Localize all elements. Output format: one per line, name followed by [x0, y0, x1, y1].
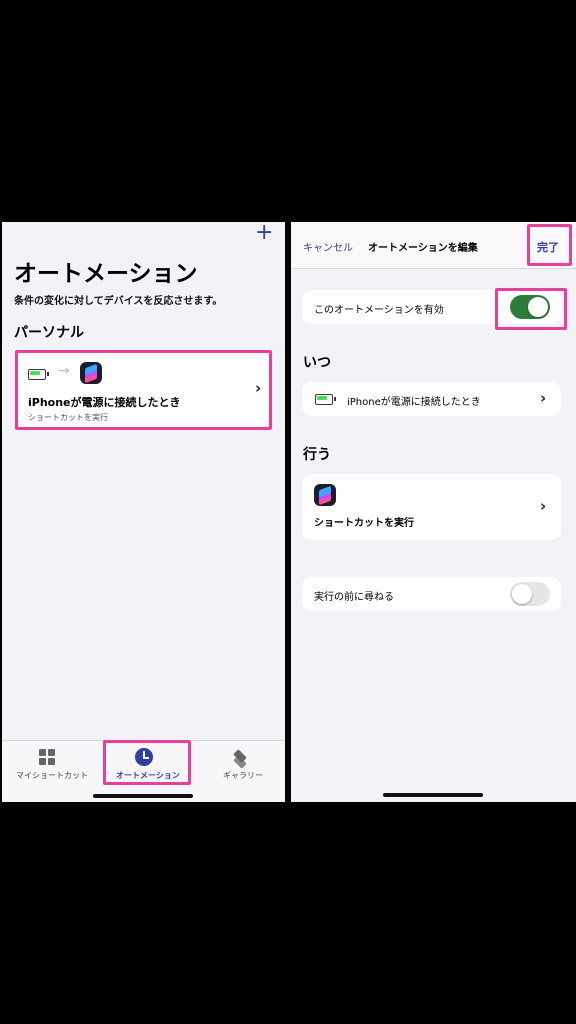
highlight-automation-tab — [103, 740, 191, 785]
shortcuts-app-icon — [314, 484, 336, 506]
highlight-done-button — [527, 224, 572, 266]
add-icon[interactable]: + — [255, 222, 273, 245]
highlight-enable-toggle — [495, 288, 567, 330]
nav-title: オートメーションを編集 — [368, 243, 478, 254]
grid-icon — [39, 749, 56, 766]
battery-charging-icon — [315, 394, 336, 405]
enable-label: このオートメーションを有効 — [314, 305, 444, 316]
when-label: iPhoneが電源に接続したとき — [347, 397, 481, 408]
edit-automation-screen: キャンセル オートメーションを編集 完了 このオートメーションを有効 いつ iP… — [291, 222, 576, 802]
home-indicator — [383, 793, 483, 797]
page-title: オートメーション — [14, 261, 198, 287]
tab-label: マイショートカット — [16, 771, 88, 780]
action-label: ショートカットを実行 — [314, 518, 414, 529]
ask-label: 実行の前に尋ねる — [314, 592, 394, 603]
page-subtitle: 条件の変化に対してデバイスを反応させます。 — [14, 296, 223, 307]
when-row[interactable]: iPhoneが電源に接続したとき › — [302, 382, 561, 416]
automation-screen: + オートメーション 条件の変化に対してデバイスを反応させます。 パーソナル →… — [2, 222, 285, 802]
home-indicator — [93, 794, 193, 798]
chevron-right-icon: › — [540, 497, 547, 515]
tab-my-shortcuts[interactable]: マイショートカット — [2, 741, 94, 791]
layers-icon — [231, 747, 249, 769]
highlight-automation-card — [15, 350, 272, 430]
tab-gallery[interactable]: ギャラリー — [195, 741, 285, 791]
ask-row: 実行の前に尋ねる — [302, 577, 561, 611]
chevron-right-icon: › — [540, 389, 547, 407]
section-personal: パーソナル — [14, 325, 84, 341]
tab-label: ギャラリー — [223, 771, 263, 780]
cancel-button[interactable]: キャンセル — [303, 239, 353, 254]
ask-toggle[interactable] — [510, 582, 550, 606]
action-row[interactable]: ショートカットを実行 › — [302, 474, 561, 540]
section-do: 行う — [303, 447, 331, 463]
section-when: いつ — [303, 355, 331, 371]
